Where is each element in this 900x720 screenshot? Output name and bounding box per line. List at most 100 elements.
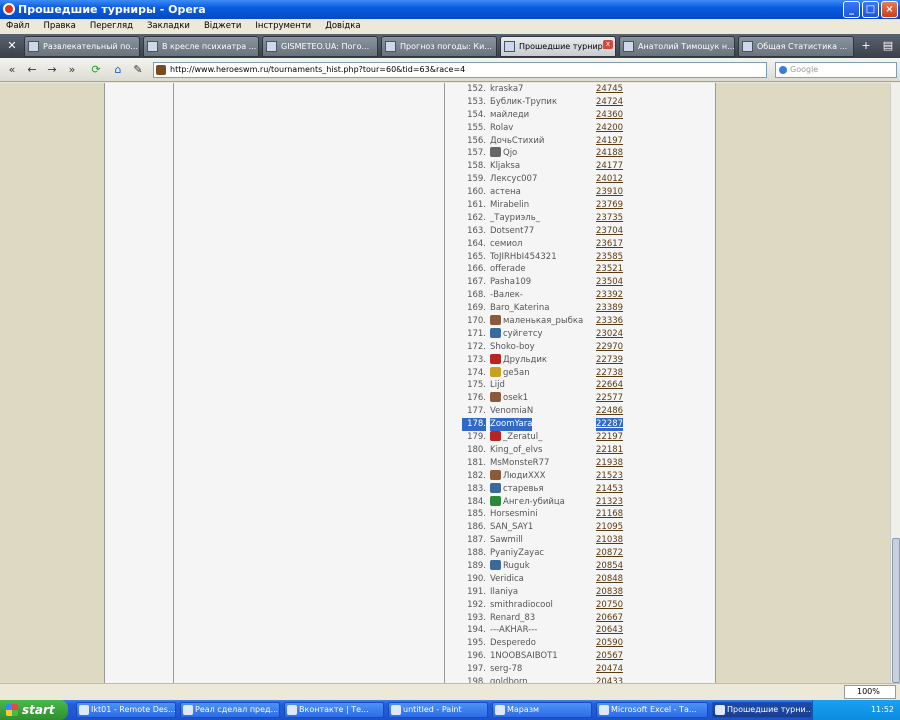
score-link[interactable]: 22739	[596, 354, 623, 367]
score-link[interactable]: 23704	[596, 225, 623, 238]
menu-file[interactable]: Файл	[6, 19, 29, 34]
score-link[interactable]: 20872	[596, 547, 623, 560]
taskbar-item-vk[interactable]: Вконтакте | Те...	[284, 702, 384, 718]
score-link[interactable]: 23504	[596, 276, 623, 289]
tab-7[interactable]: Общая Статистика ...	[738, 36, 854, 57]
close-button[interactable]: ×	[881, 1, 898, 18]
score-link[interactable]: 24012	[596, 173, 623, 186]
score-link[interactable]: 20590	[596, 637, 623, 650]
score-link[interactable]: 24724	[596, 96, 623, 109]
tab-1[interactable]: Развлекательный по...	[24, 36, 140, 57]
player-name: kraska7	[490, 83, 523, 96]
taskbar-item-opera[interactable]: Прошедшие турни...	[712, 702, 812, 718]
score-link[interactable]: 20838	[596, 586, 623, 599]
taskbar-item-excel[interactable]: Microsoft Excel - Та...	[596, 702, 708, 718]
score-link[interactable]: 21323	[596, 496, 623, 509]
score-link[interactable]: 21523	[596, 470, 623, 483]
menu-edit[interactable]: Правка	[43, 19, 75, 34]
close-tab-icon[interactable]: x	[603, 40, 613, 49]
score-link[interactable]: 23769	[596, 199, 623, 212]
rewind-icon[interactable]: «	[4, 62, 20, 78]
score-link[interactable]: 23521	[596, 263, 623, 276]
start-button[interactable]: start	[0, 700, 68, 720]
score-link[interactable]: 22738	[596, 367, 623, 380]
rank-number: 153.	[467, 96, 486, 107]
rank-number: 155.	[467, 122, 486, 133]
menu-widgets[interactable]: Віджети	[204, 19, 241, 34]
score-link[interactable]: 24177	[596, 160, 623, 173]
scrollbar-thumb[interactable]	[892, 538, 900, 683]
menu-tools[interactable]: Інструменти	[255, 19, 311, 34]
minimize-button[interactable]: _	[843, 1, 860, 18]
score-link[interactable]: 21038	[596, 534, 623, 547]
maximize-button[interactable]: □	[862, 1, 879, 18]
score-link[interactable]: 23024	[596, 328, 623, 341]
zoom-control[interactable]: 100%	[844, 685, 896, 699]
rank-number: 188.	[467, 548, 486, 559]
score-link[interactable]: 22181	[596, 444, 623, 457]
score-link[interactable]: 23336	[596, 315, 623, 328]
fast-forward-icon[interactable]: »	[64, 62, 80, 78]
score-link[interactable]: 23389	[596, 302, 623, 315]
score-link[interactable]: 22664	[596, 379, 623, 392]
taskbar-item-real[interactable]: Реал сделал пред...	[180, 702, 280, 718]
score-link[interactable]: 20750	[596, 599, 623, 612]
reload-icon[interactable]: ⟳	[88, 62, 104, 78]
score-link[interactable]: 22970	[596, 341, 623, 354]
score-link[interactable]: 20643	[596, 624, 623, 637]
score-link[interactable]: 23392	[596, 289, 623, 302]
score-link[interactable]: 20474	[596, 663, 623, 676]
score-link[interactable]: 22287	[596, 418, 624, 432]
score-link[interactable]: 24200	[596, 122, 623, 135]
tab-4[interactable]: Прогноз погоды: Ки...	[381, 36, 497, 57]
menu-view[interactable]: Перегляд	[90, 19, 133, 34]
score-link[interactable]: 22197	[596, 431, 623, 444]
new-tab-icon[interactable]: +	[858, 38, 874, 54]
taskbar-item-remote[interactable]: Ikt01 - Remote Des...	[76, 702, 176, 718]
tab-6[interactable]: Анатолий Тимощук н...	[619, 36, 735, 57]
trash-icon[interactable]: ▤	[880, 38, 896, 54]
clock: 11:52	[870, 705, 894, 714]
score-link[interactable]: 21453	[596, 483, 623, 496]
tab-2[interactable]: В кресле психиатра ...	[143, 36, 259, 57]
taskbar-item-folder[interactable]: Маразм	[492, 702, 592, 718]
score-link[interactable]: 22577	[596, 392, 623, 405]
player-name-text: SAN_SAY1	[490, 522, 534, 533]
score-link[interactable]: 24745	[596, 83, 623, 96]
forward-icon[interactable]: →	[44, 62, 60, 78]
ranking-row: 196. 1NOOBSAIBOT1 20567	[462, 650, 732, 663]
edit-icon[interactable]: ✎	[130, 62, 146, 78]
ranking-row: 162. _Тауриэль_ 23735	[462, 212, 732, 225]
rank-number: 158.	[467, 161, 486, 172]
score-link[interactable]: 20848	[596, 573, 623, 586]
score-link[interactable]: 21095	[596, 521, 623, 534]
home-icon[interactable]: ⌂	[110, 62, 126, 78]
tab-5-active[interactable]: Прошедшие турниры x	[500, 36, 616, 57]
score-link[interactable]: 24197	[596, 135, 623, 148]
player-name-text: семиол	[490, 238, 523, 249]
address-bar[interactable]: http://www.heroeswm.ru/tournaments_hist.…	[153, 62, 767, 78]
score-link[interactable]: 24188	[596, 147, 623, 160]
tab-3[interactable]: GISMETEO.UA: Пого...	[262, 36, 378, 57]
menu-help[interactable]: Довідка	[325, 19, 360, 34]
score-link[interactable]: 20433	[596, 676, 623, 683]
score-link[interactable]: 23735	[596, 212, 623, 225]
back-icon[interactable]: ←	[24, 62, 40, 78]
score-link[interactable]: 20667	[596, 612, 623, 625]
menu-bookmarks[interactable]: Закладки	[147, 19, 190, 34]
score-link[interactable]: 20854	[596, 560, 623, 573]
score-link[interactable]: 20567	[596, 650, 623, 663]
score-link[interactable]: 24360	[596, 109, 623, 122]
score-link[interactable]: 22486	[596, 405, 623, 418]
clan-icon	[490, 366, 501, 377]
vertical-scrollbar[interactable]	[890, 83, 900, 683]
score-link[interactable]: 21938	[596, 457, 623, 470]
search-input[interactable]: Google	[775, 62, 897, 78]
player-name: Ilaniya	[490, 586, 518, 599]
tools-icon[interactable]: ✕	[4, 38, 20, 54]
taskbar-item-paint[interactable]: untitled - Paint	[388, 702, 488, 718]
score-link[interactable]: 23910	[596, 186, 623, 199]
score-link[interactable]: 23617	[596, 238, 623, 251]
score-link[interactable]: 23585	[596, 251, 623, 264]
score-link[interactable]: 21168	[596, 508, 623, 521]
